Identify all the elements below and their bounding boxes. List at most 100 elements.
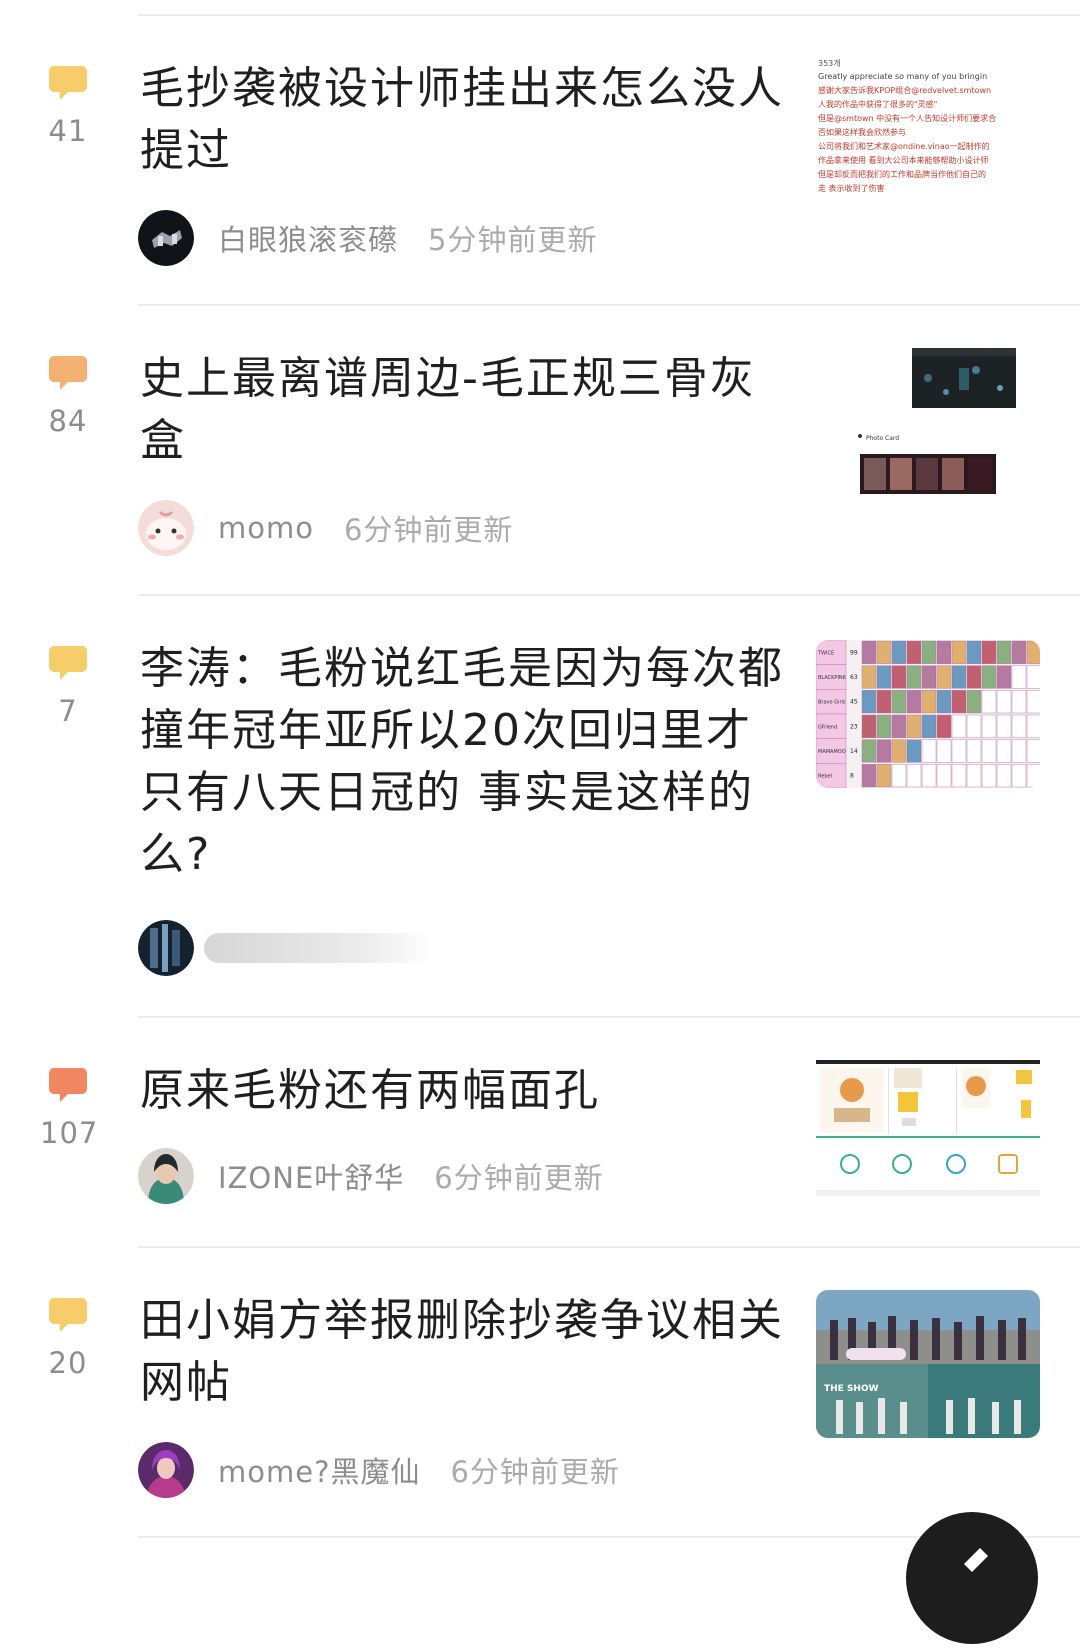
table-cell (921, 665, 937, 689)
thumbnail-text-line: 作品拿来使用 看到大公司本来能够帮助小设计师 (818, 156, 989, 165)
post-item[interactable]: 107 原来毛粉还有两幅面孔 IZONE叶舒华 6分钟前更新 (0, 1018, 1080, 1248)
table-cell (891, 714, 907, 738)
table-cell (1011, 764, 1027, 788)
table-cell (996, 640, 1012, 664)
update-time: 6分钟前更新 (450, 1455, 620, 1489)
table-cell (861, 665, 877, 689)
comment-count: 84 (48, 404, 88, 438)
table-cell (1026, 764, 1040, 788)
table-cell (1011, 739, 1027, 763)
post-thumbnail[interactable]: Photo Card (816, 344, 1040, 504)
avatar[interactable] (138, 1442, 194, 1498)
table-cell (906, 665, 922, 689)
table-cell (951, 640, 967, 664)
avatar[interactable] (138, 210, 194, 266)
comment-count-block: 84 (40, 354, 96, 438)
comment-count-block: 7 (40, 644, 96, 728)
post-title[interactable]: 毛抄袭被设计师挂出来怎么没人提过 (140, 58, 790, 182)
avatar[interactable] (138, 920, 194, 976)
update-time: 6分钟前更新 (343, 513, 514, 547)
comment-bubble-icon (49, 646, 87, 680)
table-cell (1026, 690, 1040, 714)
table-cell (876, 690, 892, 714)
avatar[interactable] (138, 500, 194, 556)
table-cell (1011, 665, 1027, 689)
post-thumbnail[interactable]: THE SHOW (816, 1290, 1040, 1438)
table-cell (936, 764, 952, 788)
comment-count: 20 (48, 1346, 88, 1380)
table-cell (861, 739, 877, 763)
table-cell (981, 739, 997, 763)
table-cell (906, 764, 922, 788)
update-time: 5分钟前更新 (428, 223, 598, 257)
thumbnail-text-line: 感谢大家告诉我KPOP组合@redvelvet.smtown (818, 86, 992, 95)
author-name[interactable]: momo (218, 511, 314, 545)
table-cell (966, 739, 982, 763)
table-cell (981, 714, 997, 738)
table-cell (996, 714, 1012, 738)
table-row-name: MAMAMOO (818, 749, 846, 755)
table-cell (936, 640, 952, 664)
avatar[interactable] (138, 1148, 194, 1204)
comment-count: 7 (58, 694, 78, 728)
post-item[interactable]: 7 李涛：毛粉说红毛是因为每次都撞年冠年亚所以20次回归里才只有八天日冠的 事实… (0, 596, 1080, 1016)
author-name[interactable]: mome?黑魔仙 (218, 1449, 420, 1491)
table-cell (876, 665, 892, 689)
post-title[interactable]: 原来毛粉还有两幅面孔 (140, 1060, 790, 1122)
comment-bubble-icon (49, 356, 87, 390)
post-title[interactable]: 田小娟方举报删除抄袭争议相关网帖 (140, 1290, 790, 1414)
post-item[interactable]: 84 史上最离谱周边-毛正规三骨灰盒 momo 6分钟前更新 Photo Car… (0, 306, 1080, 596)
post-thumbnail[interactable]: 353개 Greatly appreciate so many of you b… (816, 58, 1040, 210)
thumbnail-text-line: 公司将我们和艺术家@ondine.vinao一起制作的 (818, 142, 990, 151)
thumbnail-text-line: Greatly appreciate so many of you bringi… (818, 72, 988, 81)
chart-table-image: TWICE 99 BLACKPINK 63 Brave Girls 45 GFriend 23… (816, 640, 1040, 788)
table-row-name: TWICE (817, 650, 834, 656)
table-cell (936, 714, 952, 738)
thumbnail-text-line: 否如果这样我会欣然参与 (818, 128, 906, 137)
post-meta: mome?黑魔仙 6分钟前更新 (138, 1442, 620, 1498)
comment-count-block: 41 (40, 64, 96, 148)
post-title[interactable]: 史上最离谱周边-毛正规三骨灰盒 (140, 348, 790, 472)
post-item[interactable]: 41 毛抄袭被设计师挂出来怎么没人提过 白眼狼滚衮礤 5分钟前更新 353개 G… (0, 16, 1080, 306)
post-thumbnail[interactable]: TWICE 99 BLACKPINK 63 Brave Girls 45 GFriend 23… (816, 640, 1040, 788)
table-row-name: GFriend (818, 724, 837, 730)
table-row-name: Rebel (818, 774, 832, 780)
table-cell (891, 640, 907, 664)
table-cell (1026, 714, 1040, 738)
post-thumbnail[interactable] (816, 1060, 1040, 1214)
table-cell (966, 665, 982, 689)
table-row-count: 8 (850, 773, 854, 780)
table-cell (876, 764, 892, 788)
comment-count-block: 107 (40, 1066, 99, 1150)
table-cell (906, 739, 922, 763)
table-cell (936, 665, 952, 689)
thumbnail-label: THE SHOW (824, 1384, 879, 1394)
table-cell (966, 714, 982, 738)
table-cell (921, 690, 937, 714)
comment-count: 107 (40, 1116, 99, 1150)
author-name[interactable]: IZONE叶舒华 (218, 1155, 404, 1197)
update-time: 6分钟前更新 (434, 1161, 604, 1195)
table-cell (981, 665, 997, 689)
compose-button[interactable] (906, 1512, 1038, 1644)
table-cell (966, 764, 982, 788)
post-title[interactable]: 李涛：毛粉说红毛是因为每次都撞年冠年亚所以20次回归里才只有八天日冠的 事实是这… (140, 638, 790, 886)
comment-count-block: 20 (40, 1296, 96, 1380)
table-row-count: 23 (850, 723, 858, 730)
post-meta: IZONE叶舒华 6分钟前更新 (138, 1148, 604, 1204)
table-row-count: 45 (850, 699, 858, 706)
table-cell (876, 640, 892, 664)
table-cell (951, 714, 967, 738)
table-cell (906, 690, 922, 714)
table-row-name: BLACKPINK (818, 675, 847, 681)
thumbnail-text-line: 人我的作品中获得了很多的"灵感" (818, 100, 938, 109)
thumbnail-text-line: 但是却反而把我们的工作和品牌当作他们自己的 (818, 170, 986, 179)
table-cell (861, 714, 877, 738)
table-cell (966, 640, 982, 664)
table-cell (861, 690, 877, 714)
table-cell (921, 739, 937, 763)
post-meta (138, 920, 434, 976)
author-name[interactable]: 白眼狼滚衮礤 (218, 217, 398, 259)
post-item[interactable]: 20 田小娟方举报删除抄袭争议相关网帖 mome?黑魔仙 6分钟前更新 THE … (0, 1248, 1080, 1538)
comment-bubble-icon (49, 66, 87, 100)
